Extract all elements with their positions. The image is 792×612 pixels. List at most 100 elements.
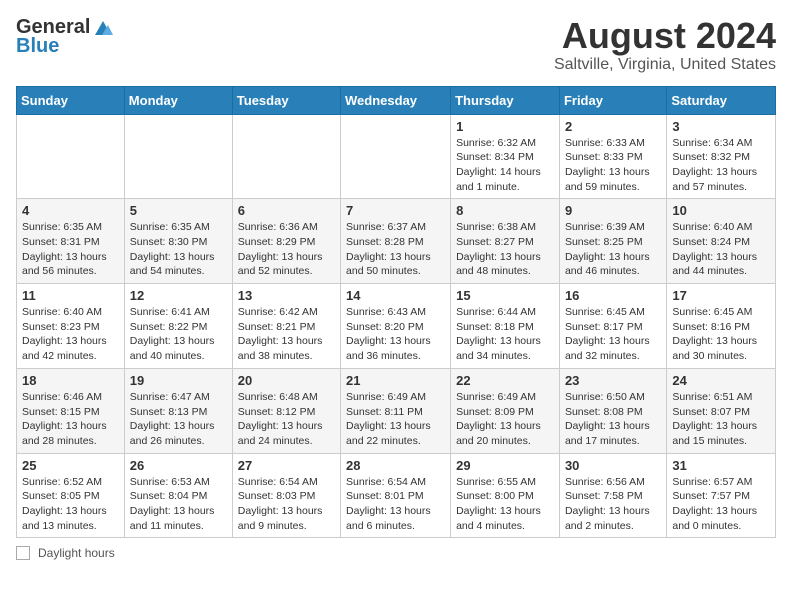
day-number: 10 <box>672 203 770 218</box>
day-number: 11 <box>22 288 119 303</box>
calendar-cell: 18 Sunrise: 6:46 AM Sunset: 8:15 PM Dayli… <box>17 368 125 453</box>
calendar-cell: 23 Sunrise: 6:50 AM Sunset: 8:08 PM Dayli… <box>559 368 666 453</box>
logo: General Blue <box>16 16 114 58</box>
day-info: Sunrise: 6:35 AM Sunset: 8:31 PM Dayligh… <box>22 220 119 279</box>
day-number: 1 <box>456 119 554 134</box>
calendar-cell: 16Sunrise: 6:45 AM Sunset: 8:17 PM Dayli… <box>559 284 666 369</box>
day-number: 31 <box>672 458 770 473</box>
header-day: Tuesday <box>232 86 340 114</box>
calendar-cell: 24Sunrise: 6:51 AM Sunset: 8:07 PM Dayli… <box>667 368 776 453</box>
calendar-cell: 6 Sunrise: 6:36 AM Sunset: 8:29 PM Daylig… <box>232 199 340 284</box>
header-row: SundayMondayTuesdayWednesdayThursdayFrid… <box>17 86 776 114</box>
calendar-cell: 26Sunrise: 6:53 AM Sunset: 8:04 PM Dayli… <box>124 453 232 538</box>
day-info: Sunrise: 6:45 AM Sunset: 8:16 PM Dayligh… <box>672 305 770 364</box>
calendar-cell: 5Sunrise: 6:35 AM Sunset: 8:30 PM Daylig… <box>124 199 232 284</box>
calendar-week: 4 Sunrise: 6:35 AM Sunset: 8:31 PM Daylig… <box>17 199 776 284</box>
calendar-cell <box>17 114 125 199</box>
calendar-cell: 10 Sunrise: 6:40 AM Sunset: 8:24 PM Dayli… <box>667 199 776 284</box>
day-number: 20 <box>238 373 335 388</box>
header: General Blue August 2024 Saltville, Virg… <box>16 16 776 74</box>
day-info: Sunrise: 6:40 AM Sunset: 8:24 PM Dayligh… <box>672 220 770 279</box>
day-info: Sunrise: 6:56 AM Sunset: 7:58 PM Dayligh… <box>565 475 661 534</box>
calendar-cell: 13 Sunrise: 6:42 AM Sunset: 8:21 PM Dayli… <box>232 284 340 369</box>
day-info: Sunrise: 6:33 AM Sunset: 8:33 PM Dayligh… <box>565 136 661 195</box>
calendar-cell: 25Sunrise: 6:52 AM Sunset: 8:05 PM Dayli… <box>17 453 125 538</box>
calendar-table: SundayMondayTuesdayWednesdayThursdayFrid… <box>16 86 776 539</box>
calendar-week: 11Sunrise: 6:40 AM Sunset: 8:23 PM Dayli… <box>17 284 776 369</box>
day-info: Sunrise: 6:51 AM Sunset: 8:07 PM Dayligh… <box>672 390 770 449</box>
logo-icon <box>91 19 113 37</box>
calendar-cell: 7Sunrise: 6:37 AM Sunset: 8:28 PM Daylig… <box>341 199 451 284</box>
logo-blue: Blue <box>16 35 59 58</box>
calendar-cell: 8Sunrise: 6:38 AM Sunset: 8:27 PM Daylig… <box>451 199 560 284</box>
day-number: 22 <box>456 373 554 388</box>
calendar-cell: 4 Sunrise: 6:35 AM Sunset: 8:31 PM Daylig… <box>17 199 125 284</box>
day-number: 27 <box>238 458 335 473</box>
header-day: Sunday <box>17 86 125 114</box>
day-info: Sunrise: 6:42 AM Sunset: 8:21 PM Dayligh… <box>238 305 335 364</box>
day-number: 30 <box>565 458 661 473</box>
month-title: August 2024 <box>554 16 776 56</box>
day-info: Sunrise: 6:36 AM Sunset: 8:29 PM Dayligh… <box>238 220 335 279</box>
title-area: August 2024 Saltville, Virginia, United … <box>554 16 776 74</box>
calendar-cell: 15Sunrise: 6:44 AM Sunset: 8:18 PM Dayli… <box>451 284 560 369</box>
calendar-cell: 9 Sunrise: 6:39 AM Sunset: 8:25 PM Daylig… <box>559 199 666 284</box>
day-number: 18 <box>22 373 119 388</box>
header-day: Friday <box>559 86 666 114</box>
calendar-cell: 19 Sunrise: 6:47 AM Sunset: 8:13 PM Dayli… <box>124 368 232 453</box>
day-number: 19 <box>130 373 227 388</box>
calendar-cell <box>124 114 232 199</box>
day-info: Sunrise: 6:46 AM Sunset: 8:15 PM Dayligh… <box>22 390 119 449</box>
calendar-header: SundayMondayTuesdayWednesdayThursdayFrid… <box>17 86 776 114</box>
header-day: Thursday <box>451 86 560 114</box>
day-info: Sunrise: 6:39 AM Sunset: 8:25 PM Dayligh… <box>565 220 661 279</box>
day-info: Sunrise: 6:45 AM Sunset: 8:17 PM Dayligh… <box>565 305 661 364</box>
day-info: Sunrise: 6:49 AM Sunset: 8:11 PM Dayligh… <box>346 390 445 449</box>
day-number: 9 <box>565 203 661 218</box>
calendar-cell: 11Sunrise: 6:40 AM Sunset: 8:23 PM Dayli… <box>17 284 125 369</box>
location-title: Saltville, Virginia, United States <box>554 56 776 74</box>
day-info: Sunrise: 6:47 AM Sunset: 8:13 PM Dayligh… <box>130 390 227 449</box>
day-number: 25 <box>22 458 119 473</box>
legend-box <box>16 546 30 560</box>
calendar-cell <box>232 114 340 199</box>
day-number: 4 <box>22 203 119 218</box>
day-number: 21 <box>346 373 445 388</box>
day-number: 23 <box>565 373 661 388</box>
calendar-cell: 2Sunrise: 6:33 AM Sunset: 8:33 PM Daylig… <box>559 114 666 199</box>
day-info: Sunrise: 6:37 AM Sunset: 8:28 PM Dayligh… <box>346 220 445 279</box>
day-number: 8 <box>456 203 554 218</box>
day-info: Sunrise: 6:43 AM Sunset: 8:20 PM Dayligh… <box>346 305 445 364</box>
calendar-cell: 28Sunrise: 6:54 AM Sunset: 8:01 PM Dayli… <box>341 453 451 538</box>
day-number: 17 <box>672 288 770 303</box>
day-info: Sunrise: 6:49 AM Sunset: 8:09 PM Dayligh… <box>456 390 554 449</box>
day-number: 12 <box>130 288 227 303</box>
calendar-cell: 14Sunrise: 6:43 AM Sunset: 8:20 PM Dayli… <box>341 284 451 369</box>
day-number: 5 <box>130 203 227 218</box>
calendar-cell: 31 Sunrise: 6:57 AM Sunset: 7:57 PM Dayli… <box>667 453 776 538</box>
day-info: Sunrise: 6:54 AM Sunset: 8:03 PM Dayligh… <box>238 475 335 534</box>
calendar-week: 1 Sunrise: 6:32 AM Sunset: 8:34 PM Daylig… <box>17 114 776 199</box>
legend-label: Daylight hours <box>38 546 115 560</box>
header-day: Saturday <box>667 86 776 114</box>
footer: Daylight hours <box>16 546 776 560</box>
day-number: 6 <box>238 203 335 218</box>
calendar-week: 18 Sunrise: 6:46 AM Sunset: 8:15 PM Dayli… <box>17 368 776 453</box>
day-info: Sunrise: 6:55 AM Sunset: 8:00 PM Dayligh… <box>456 475 554 534</box>
day-number: 3 <box>672 119 770 134</box>
day-info: Sunrise: 6:41 AM Sunset: 8:22 PM Dayligh… <box>130 305 227 364</box>
calendar-cell: 29Sunrise: 6:55 AM Sunset: 8:00 PM Dayli… <box>451 453 560 538</box>
calendar-cell: 21 Sunrise: 6:49 AM Sunset: 8:11 PM Dayli… <box>341 368 451 453</box>
day-info: Sunrise: 6:44 AM Sunset: 8:18 PM Dayligh… <box>456 305 554 364</box>
calendar-cell: 27 Sunrise: 6:54 AM Sunset: 8:03 PM Dayli… <box>232 453 340 538</box>
day-info: Sunrise: 6:57 AM Sunset: 7:57 PM Dayligh… <box>672 475 770 534</box>
day-number: 13 <box>238 288 335 303</box>
day-info: Sunrise: 6:50 AM Sunset: 8:08 PM Dayligh… <box>565 390 661 449</box>
day-info: Sunrise: 6:34 AM Sunset: 8:32 PM Dayligh… <box>672 136 770 195</box>
calendar-cell: 22 Sunrise: 6:49 AM Sunset: 8:09 PM Dayli… <box>451 368 560 453</box>
day-info: Sunrise: 6:32 AM Sunset: 8:34 PM Dayligh… <box>456 136 554 195</box>
day-number: 28 <box>346 458 445 473</box>
day-info: Sunrise: 6:53 AM Sunset: 8:04 PM Dayligh… <box>130 475 227 534</box>
calendar-cell: 17 Sunrise: 6:45 AM Sunset: 8:16 PM Dayli… <box>667 284 776 369</box>
header-day: Wednesday <box>341 86 451 114</box>
